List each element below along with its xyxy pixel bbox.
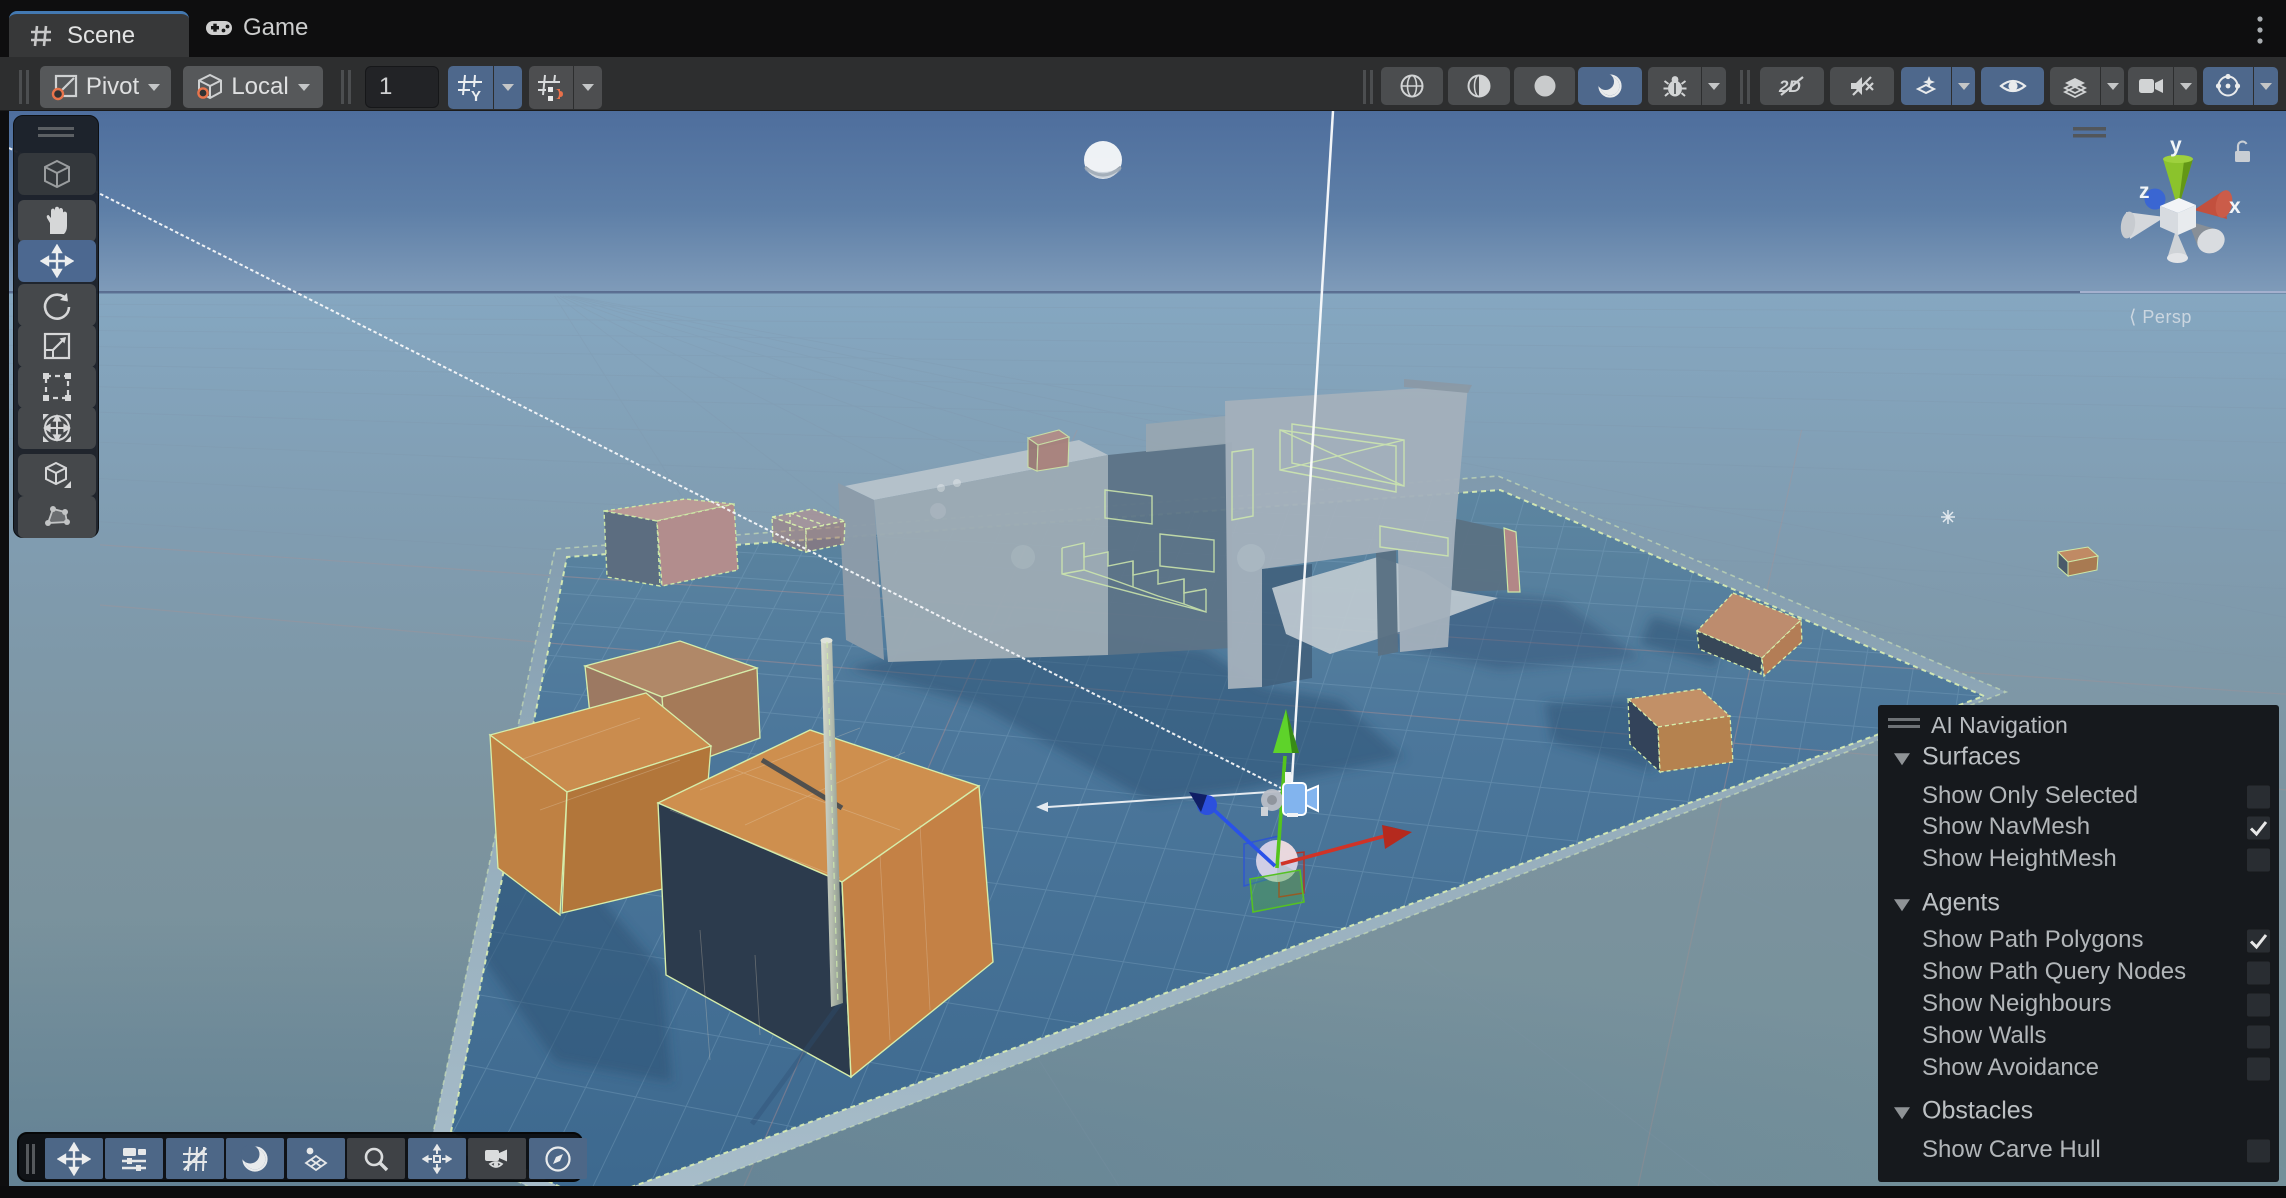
svg-text:x: x [2229,195,2241,218]
svg-text:z: z [2139,180,2150,203]
svg-text:y: y [2170,134,2182,157]
svg-text:2D: 2D [1778,77,1801,96]
svg-text:Y: Y [471,88,481,103]
